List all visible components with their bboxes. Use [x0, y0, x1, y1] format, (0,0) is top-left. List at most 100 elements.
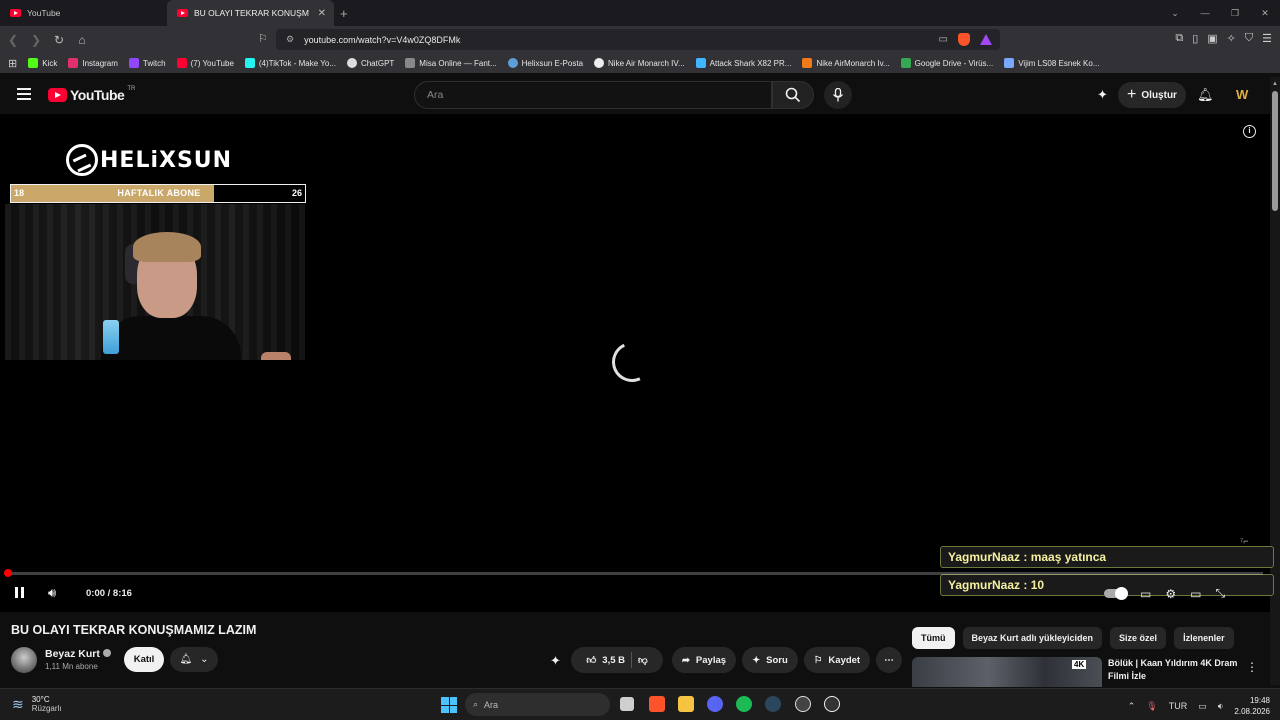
bookmark-vijim[interactable]: Vijim LS08 Esnek Ko... [1004, 58, 1099, 68]
recommended-video-thumbnail[interactable]: 4K [912, 657, 1102, 687]
volume-icon[interactable]: 🔊︎ [48, 585, 56, 601]
notifications-bell-icon[interactable]: 🔔︎ [1197, 87, 1214, 103]
voice-search-button[interactable] [824, 81, 852, 109]
recommended-video-title[interactable]: Bölük | Kaan Yıldırım 4K Dram Filmi İzle [1108, 657, 1240, 683]
bookmark-helixsun-mail[interactable]: Helixsun E-Posta [507, 58, 583, 68]
pause-button[interactable] [15, 587, 24, 598]
bookmark-youtube[interactable]: (7) YouTube [176, 58, 234, 68]
settings-app-icon[interactable] [824, 696, 840, 712]
info-icon[interactable]: i [1243, 125, 1256, 138]
bookmark-attack-shark[interactable]: Attack Shark X82 PR... [695, 58, 791, 68]
bookmark-chatgpt[interactable]: ChatGPT [346, 58, 394, 68]
start-button-icon[interactable] [441, 697, 457, 713]
search-input[interactable]: Ara [414, 81, 772, 109]
bookmark-nike-2[interactable]: Nike AirMonarch Iv... [802, 58, 890, 68]
chip-all[interactable]: Tümü [912, 627, 955, 649]
subscription-bell-button[interactable]: 🔔︎ ⌄ [170, 647, 218, 672]
home-button[interactable]: ⌂ [72, 33, 92, 47]
scroll-up-icon[interactable]: ▲ [1272, 81, 1278, 87]
create-button[interactable]: + Oluştur [1118, 82, 1186, 108]
progress-bar[interactable] [7, 572, 1263, 575]
cast-icon[interactable]: ▭ [939, 34, 948, 45]
close-window-button[interactable]: ✕ [1250, 8, 1280, 19]
sidebar-icon[interactable]: ▯ [1192, 32, 1198, 45]
network-icon[interactable]: ▭ [1198, 701, 1207, 712]
ask-button[interactable]: ✦ Soru [742, 647, 798, 673]
bookmark-label: Twitch [142, 58, 166, 68]
wallet-icon[interactable]: ▣ [1207, 32, 1217, 45]
vijim-icon [1004, 58, 1015, 68]
autoplay-toggle[interactable] [1104, 587, 1128, 600]
tray-overflow-icon[interactable]: ⌃ [1128, 701, 1136, 712]
chip-watched[interactable]: İzlenenler [1174, 627, 1234, 649]
reload-button[interactable]: ↻ [49, 33, 69, 47]
bookmark-google-drive[interactable]: Google Drive - Virüs... [900, 58, 993, 68]
account-avatar[interactable]: W [1236, 87, 1248, 102]
subtitles-icon[interactable]: ▭ [1140, 587, 1151, 601]
ask-ai-icon[interactable]: ✦ [550, 653, 561, 669]
progress-scrubber[interactable] [4, 569, 12, 577]
bookmark-twitch[interactable]: Twitch [128, 58, 166, 68]
menu-icon[interactable]: ☰ [1262, 32, 1272, 45]
back-button[interactable]: ❮ [3, 33, 23, 47]
minimize-button[interactable]: — [1190, 8, 1220, 18]
leo-ai-icon[interactable]: ✧ [1227, 32, 1236, 45]
discord-icon[interactable] [707, 696, 723, 712]
theater-mode-icon[interactable]: ▭ [1190, 587, 1201, 601]
weather-widget[interactable]: ≋ 30°C Rüzgarlı [12, 695, 62, 713]
spotify-icon[interactable] [736, 696, 752, 712]
ask-ai-icon[interactable]: ✦ [1097, 87, 1108, 103]
new-tab-button[interactable]: + [340, 6, 348, 21]
share-button[interactable]: ➦ Paylaş [672, 647, 736, 673]
site-info-icon[interactable]: ⚙ [286, 34, 294, 45]
like-button[interactable]: 👍︎ 3,5 B [586, 654, 625, 667]
bookmark-label: (7) YouTube [190, 58, 234, 68]
taskbar-search[interactable]: ⌕ Ara [465, 693, 610, 716]
close-tab-icon[interactable]: ✕ [318, 8, 326, 19]
settings-gear-icon[interactable]: ⚙ [1165, 587, 1176, 601]
clock[interactable]: 19:48 2.08.2026 [1234, 695, 1270, 717]
bookmark-kick[interactable]: Kick [28, 58, 57, 68]
brave-browser-icon[interactable] [649, 696, 665, 712]
chip-from-uploader[interactable]: Beyaz Kurt adlı yükleyiciden [962, 627, 1103, 649]
helixsun-emblem-icon [66, 144, 98, 176]
steam-icon[interactable] [765, 696, 781, 712]
bookmark-tiktok[interactable]: (4)TikTok - Make Yo... [244, 58, 336, 68]
dislike-button[interactable]: 👎︎ [638, 654, 648, 666]
bookmark-page-icon[interactable]: ⚐ [258, 32, 268, 45]
video-player[interactable]: HELiXSUN 18 HAFTALIK ABONE 26 i ⁷⌐ Yagmu… [0, 114, 1274, 612]
address-bar[interactable]: ⚙ youtube.com/watch?v=V4w0ZQ8DFMk ▭ [276, 29, 1000, 50]
more-actions-button[interactable]: ⋯ [876, 647, 902, 673]
join-button[interactable]: Katıl [124, 647, 164, 672]
tab-video[interactable]: BU OLAYI TEKRAR KONUŞMAMIZ ✕ [167, 0, 334, 26]
fullscreen-icon[interactable]: ⤡ [1215, 586, 1225, 601]
forward-button[interactable]: ❯ [26, 33, 46, 47]
chip-for-you[interactable]: Size özel [1110, 627, 1167, 649]
obs-icon[interactable] [795, 696, 811, 712]
scrollbar-thumb[interactable] [1272, 91, 1278, 211]
speaker-icon[interactable]: 🔉︎ [1218, 701, 1224, 712]
apps-grid-icon[interactable]: ⊞ [8, 57, 17, 70]
guide-menu-icon[interactable] [17, 88, 31, 103]
vpn-icon[interactable]: ⛉ [1245, 32, 1253, 45]
extensions-icon[interactable]: ⧉ [1175, 32, 1183, 45]
more-vertical-icon[interactable]: ⋮ [1246, 660, 1258, 674]
extensions-row: ⧉ ▯ ▣ ✧ ⛉ ☰ [1175, 32, 1272, 45]
microphone-tray-icon[interactable]: 🎙︎ [1146, 701, 1157, 712]
file-explorer-icon[interactable] [678, 696, 694, 712]
maximize-button[interactable]: ❐ [1220, 8, 1250, 19]
bookmark-instagram[interactable]: Instagram [68, 58, 118, 68]
bookmark-misa[interactable]: Misa Online — Fant... [405, 58, 497, 68]
language-indicator[interactable]: TUR [1169, 701, 1188, 711]
brave-shields-icon[interactable] [958, 33, 970, 46]
tab-list-icon[interactable]: ⌄ [1160, 8, 1190, 19]
bookmark-nike-1[interactable]: Nike Air Monarch IV... [594, 58, 685, 68]
task-view-icon[interactable] [620, 697, 634, 711]
channel-name-link[interactable]: Beyaz Kurt [45, 648, 111, 660]
brave-rewards-icon[interactable] [980, 34, 992, 45]
channel-avatar[interactable] [11, 647, 37, 673]
save-button[interactable]: ⚐ Kaydet [804, 647, 870, 673]
search-button[interactable] [772, 81, 814, 109]
youtube-logo[interactable]: YouTube TR [48, 86, 135, 103]
tab-youtube[interactable]: YouTube [0, 0, 167, 26]
